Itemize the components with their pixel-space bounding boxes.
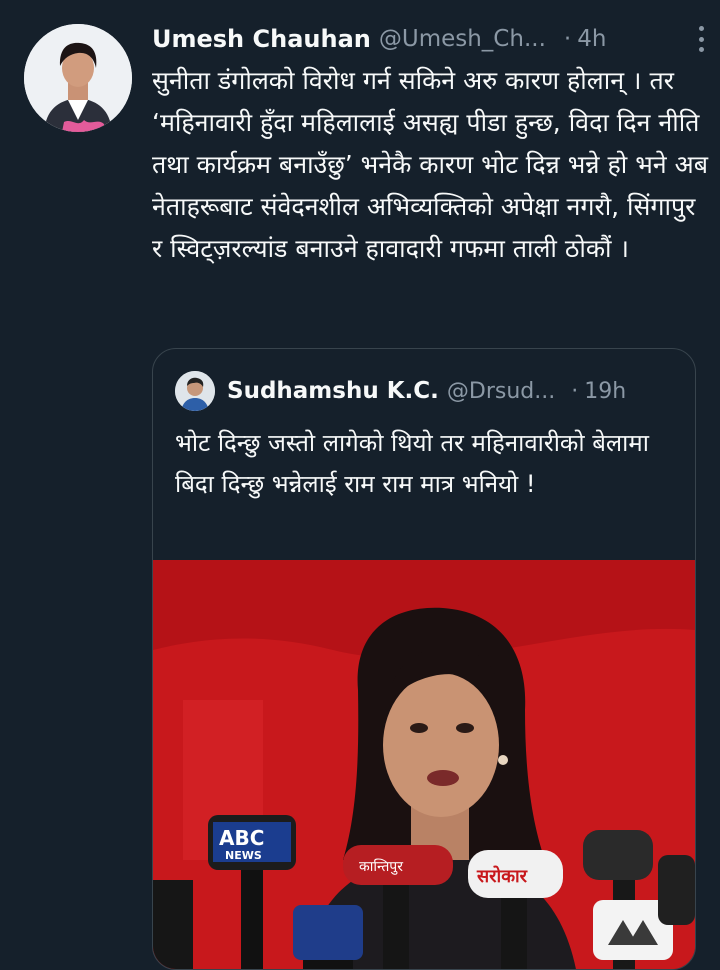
quoted-tweet-header: Sudhamshu K.C. @Drsud... · 19h [175, 371, 681, 411]
kantipur-mic-label: कान्तिपुर [359, 858, 403, 875]
sarokar-mic-label: सरोकार [476, 865, 528, 887]
press-conference-photo: ABC NEWS कान्तिपुर सरोकार [153, 560, 695, 969]
quoted-tweet-image[interactable]: ABC NEWS कान्तिपुर सरोकार [153, 560, 695, 969]
quoted-author-avatar[interactable] [175, 371, 215, 411]
quoted-author-name[interactable]: Sudhamshu K.C. [227, 378, 439, 404]
tweet-header: Umesh Chauhan @Umesh_Ch... · 4h [152, 22, 706, 56]
author-handle[interactable]: @Umesh_Ch... [379, 26, 546, 52]
tweet-time[interactable]: 4h [577, 26, 606, 52]
quoted-tweet[interactable]: Sudhamshu K.C. @Drsud... · 19h भोट दिन्छ… [152, 348, 696, 970]
quoted-tweet-text: भोट दिन्छु जस्तो लागेको थियो तर महिनावार… [175, 429, 657, 498]
abc-mic-label: ABC [219, 826, 264, 850]
more-vertical-icon[interactable] [696, 26, 706, 52]
separator-dot: · [563, 26, 572, 52]
quoted-author-photo [175, 371, 215, 411]
tweet-text: सुनीता डंगोलको विरोध गर्न सकिने अरु कारण… [152, 66, 716, 263]
author-avatar[interactable] [24, 24, 132, 132]
quoted-author-handle[interactable]: @Drsud... [447, 379, 555, 404]
quoted-tweet-time[interactable]: 19h [584, 379, 626, 404]
author-photo [24, 24, 132, 132]
separator-dot: · [571, 378, 579, 404]
abc-news-mic-label: NEWS [225, 849, 262, 862]
author-name[interactable]: Umesh Chauhan [152, 25, 371, 53]
